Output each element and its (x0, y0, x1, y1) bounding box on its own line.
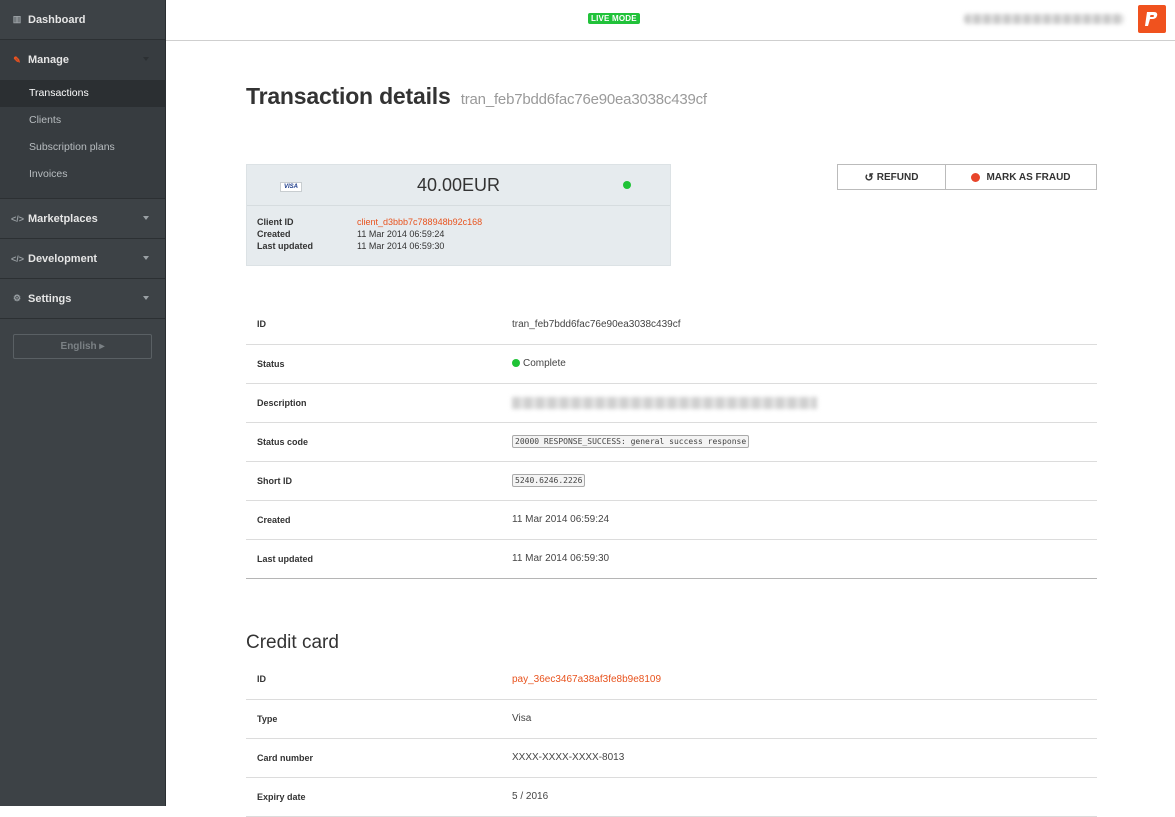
page-title: Transaction details tran_feb7bdd6fac76e9… (246, 83, 1097, 110)
short-id-cell: 5240.6246.2226 (512, 461, 1097, 501)
red-dot-icon (971, 172, 981, 182)
transaction-id: tran_feb7bdd6fac76e90ea3038c439cf (460, 91, 707, 108)
language-button[interactable]: English ▸ (13, 334, 152, 359)
sidebar-item-transactions[interactable]: Transactions (0, 80, 165, 107)
code-icon: </> (11, 213, 25, 224)
code-icon: </> (11, 253, 25, 264)
status-value: Complete (523, 358, 566, 369)
row-label: Short ID (246, 461, 512, 501)
row-value: 11 Mar 2014 06:59:30 (512, 539, 1097, 579)
row-label: Last updated (246, 539, 512, 579)
table-row: Card number XXXX-XXXX-XXXX-8013 (246, 738, 1097, 778)
card-header: VISA 40.00EUR (247, 165, 670, 206)
card-row-client: Client ID client_d3bbb7c788948b92c168 (257, 216, 670, 228)
table-row: Created 11 Mar 2014 06:59:24 (246, 500, 1097, 540)
row-label: Type (246, 699, 512, 739)
transaction-summary-card: VISA 40.00EUR Client ID client_d3bbb7c78… (246, 164, 671, 266)
refund-button[interactable]: ↺ REFUND (837, 164, 946, 190)
pencil-icon: ✎ (13, 54, 21, 65)
status-code-value: 20000 RESPONSE_SUCCESS: general success … (512, 435, 750, 448)
short-id-value: 5240.6246.2226 (512, 474, 586, 487)
table-row: Expiry date 5 / 2016 (246, 777, 1097, 817)
table-row: ID pay_36ec3467a38af3fe8b9e8109 (246, 660, 1097, 700)
main-content: Transaction details tran_feb7bdd6fac76e9… (246, 41, 1097, 817)
row-label: ID (246, 305, 512, 345)
row-label: Status code (246, 422, 512, 462)
manage-submenu: Transactions Clients Subscription plans … (0, 80, 165, 199)
transaction-details-table: ID tran_feb7bdd6fac76e90ea3038c439cf Sta… (246, 305, 1097, 579)
row-label: Card number (246, 738, 512, 778)
row-label: Status (246, 344, 512, 384)
row-label: Expiry date (246, 777, 512, 817)
row-label: Description (246, 383, 512, 423)
table-row: Short ID 5240.6246.2226 (246, 461, 1097, 501)
caret-down-icon (143, 256, 149, 260)
card-info: Client ID client_d3bbb7c788948b92c168 Cr… (247, 206, 670, 252)
table-row: Description (246, 383, 1097, 423)
mark-fraud-label: MARK AS FRAUD (986, 171, 1071, 183)
card-row-label: Last updated (257, 241, 314, 251)
table-row: ID tran_feb7bdd6fac76e90ea3038c439cf (246, 305, 1097, 345)
brand-logo[interactable] (1138, 5, 1166, 33)
client-id-link[interactable]: client_d3bbb7c788948b92c168 (357, 216, 482, 228)
card-row-updated: Last updated 11 Mar 2014 06:59:30 (257, 240, 670, 252)
live-mode-badge[interactable]: LIVE MODE (588, 13, 640, 24)
payment-id-cell: pay_36ec3467a38af3fe8b9e8109 (512, 660, 1097, 700)
nav-marketplaces[interactable]: </> Marketplaces (0, 199, 165, 239)
table-row: Status Complete (246, 344, 1097, 384)
nav-settings-label: Settings (28, 292, 72, 305)
gear-icon: ⚙ (12, 293, 22, 303)
description-cell (512, 383, 1097, 423)
table-row: Status code 20000 RESPONSE_SUCCESS: gene… (246, 422, 1097, 462)
nav-manage[interactable]: ✎ Manage (0, 40, 165, 80)
row-value: 11 Mar 2014 06:59:24 (512, 500, 1097, 540)
credit-card-table: ID pay_36ec3467a38af3fe8b9e8109 Type Vis… (246, 660, 1097, 817)
credit-card-heading: Credit card (246, 632, 339, 653)
table-row: Last updated 11 Mar 2014 06:59:30 (246, 539, 1097, 579)
mark-as-fraud-button[interactable]: MARK AS FRAUD (946, 164, 1097, 190)
card-row-value: 11 Mar 2014 06:59:30 (357, 241, 445, 251)
transaction-amount: 40.00EUR (416, 175, 501, 195)
row-value: XXXX-XXXX-XXXX-8013 (512, 738, 1097, 778)
row-value: Visa (512, 699, 1097, 739)
card-row-value: 11 Mar 2014 06:59:24 (357, 229, 445, 239)
page-title-text: Transaction details (246, 83, 451, 109)
row-value: tran_feb7bdd6fac76e90ea3038c439cf (512, 305, 1097, 345)
undo-icon: ↺ (864, 171, 874, 184)
nav-development[interactable]: </> Development (0, 239, 165, 279)
refund-label: REFUND (876, 171, 919, 183)
nav-manage-label: Manage (28, 54, 69, 66)
action-buttons: ↺ REFUND MARK AS FRAUD (837, 164, 1097, 190)
sidebar-item-clients[interactable]: Clients (0, 107, 165, 134)
status-cell: Complete (512, 344, 1097, 384)
top-bar: LIVE MODE (166, 0, 1175, 41)
status-code-cell: 20000 RESPONSE_SUCCESS: general success … (512, 422, 1097, 462)
caret-down-icon (143, 296, 149, 300)
table-row: Type Visa (246, 699, 1097, 739)
caret-down-icon (143, 216, 149, 220)
user-email-blurred[interactable] (964, 14, 1124, 24)
nav-development-label: Development (28, 252, 98, 265)
status-dot-icon (623, 181, 631, 189)
nav-marketplaces-label: Marketplaces (28, 212, 98, 225)
card-row-created: Created 11 Mar 2014 06:59:24 (257, 228, 670, 240)
sidebar-item-subscription-plans[interactable]: Subscription plans (0, 134, 165, 161)
caret-down-icon (143, 57, 149, 61)
description-blurred (512, 396, 817, 409)
nav-dashboard[interactable]: ▥ Dashboard (0, 0, 165, 40)
nav-dashboard-label: Dashboard (28, 13, 86, 26)
sidebar: ▥ Dashboard ✎ Manage Transactions Client… (0, 0, 166, 806)
bar-chart-icon: ▥ (12, 14, 22, 24)
card-row-label: Created (257, 229, 291, 239)
status-dot-icon (512, 359, 520, 367)
sidebar-item-invoices[interactable]: Invoices (0, 161, 165, 188)
nav-settings[interactable]: ⚙ Settings (0, 279, 165, 319)
logo-icon (1145, 12, 1158, 26)
card-row-label: Client ID (257, 217, 294, 227)
row-label: Created (246, 500, 512, 540)
row-label: ID (246, 660, 512, 700)
row-value: 5 / 2016 (512, 777, 1097, 817)
payment-id-link[interactable]: pay_36ec3467a38af3fe8b9e8109 (512, 674, 661, 685)
